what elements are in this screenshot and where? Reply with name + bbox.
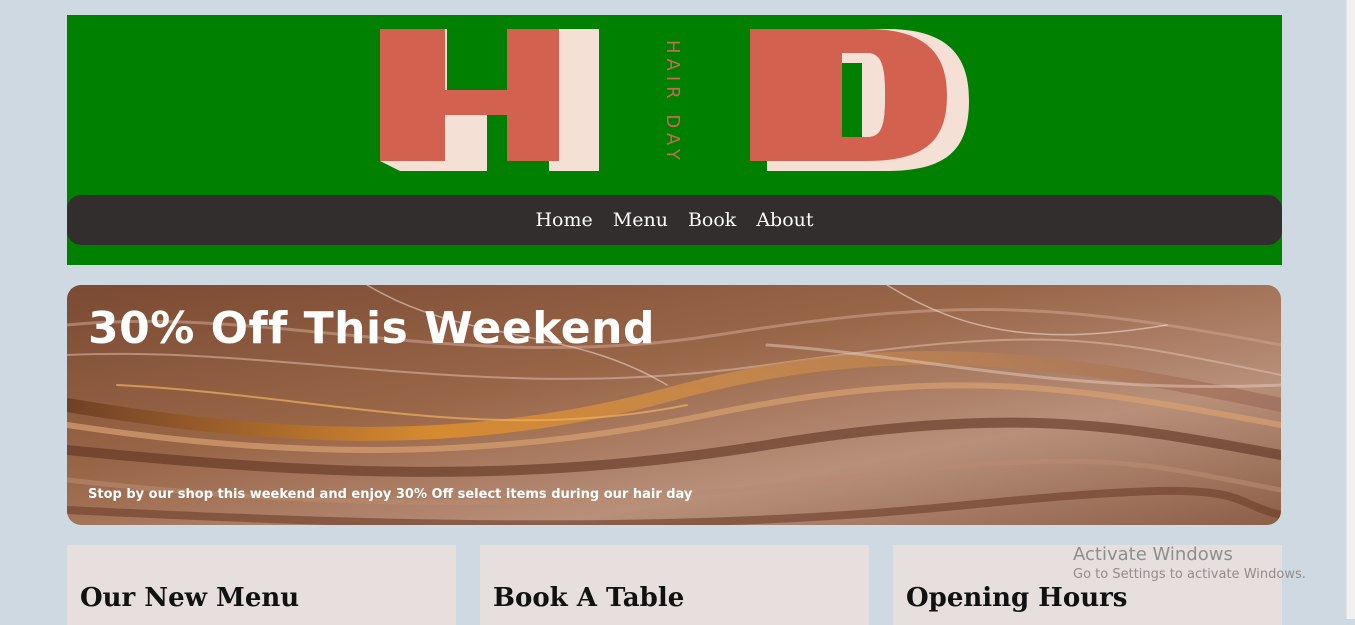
card-new-menu[interactable]: Our New Menu <box>67 545 456 625</box>
watermark-line1: Activate Windows <box>1073 544 1233 565</box>
nav-menu-link[interactable]: Menu <box>613 209 668 231</box>
card-title: Our New Menu <box>80 583 300 613</box>
windows-activation-watermark: Activate Windows Go to Settings to activ… <box>1073 544 1306 582</box>
logo-letter-d <box>750 29 969 171</box>
card-title: Opening Hours <box>906 583 1128 613</box>
card-book-table[interactable]: Book A Table <box>480 545 869 625</box>
nav-home-link[interactable]: Home <box>535 209 592 231</box>
main-nav: Home Menu Book About <box>67 195 1282 245</box>
nav-about-link[interactable]: About <box>756 209 813 231</box>
logo-letter-d-text: D <box>67 15 68 16</box>
watermark-line2: Go to Settings to activate Windows. <box>1073 567 1306 582</box>
card-title: Book A Table <box>493 583 685 613</box>
nav-book-link[interactable]: Book <box>688 209 736 231</box>
logo-letter-h-text: H <box>67 15 68 16</box>
promo-banner: 30% Off This Weekend Stop by our shop th… <box>67 285 1281 525</box>
logo-letter-h <box>380 29 599 171</box>
logo-tagline: HAIR DAY <box>662 40 683 165</box>
site-header: H HAIR DAY D Home Menu Book About <box>67 15 1282 265</box>
promo-title: 30% Off This Weekend <box>88 303 655 354</box>
promo-subtitle: Stop by our shop this weekend and enjoy … <box>88 487 693 502</box>
page-scrollbar[interactable] <box>1346 0 1355 619</box>
site-logo[interactable]: H HAIR DAY D <box>67 15 1282 195</box>
